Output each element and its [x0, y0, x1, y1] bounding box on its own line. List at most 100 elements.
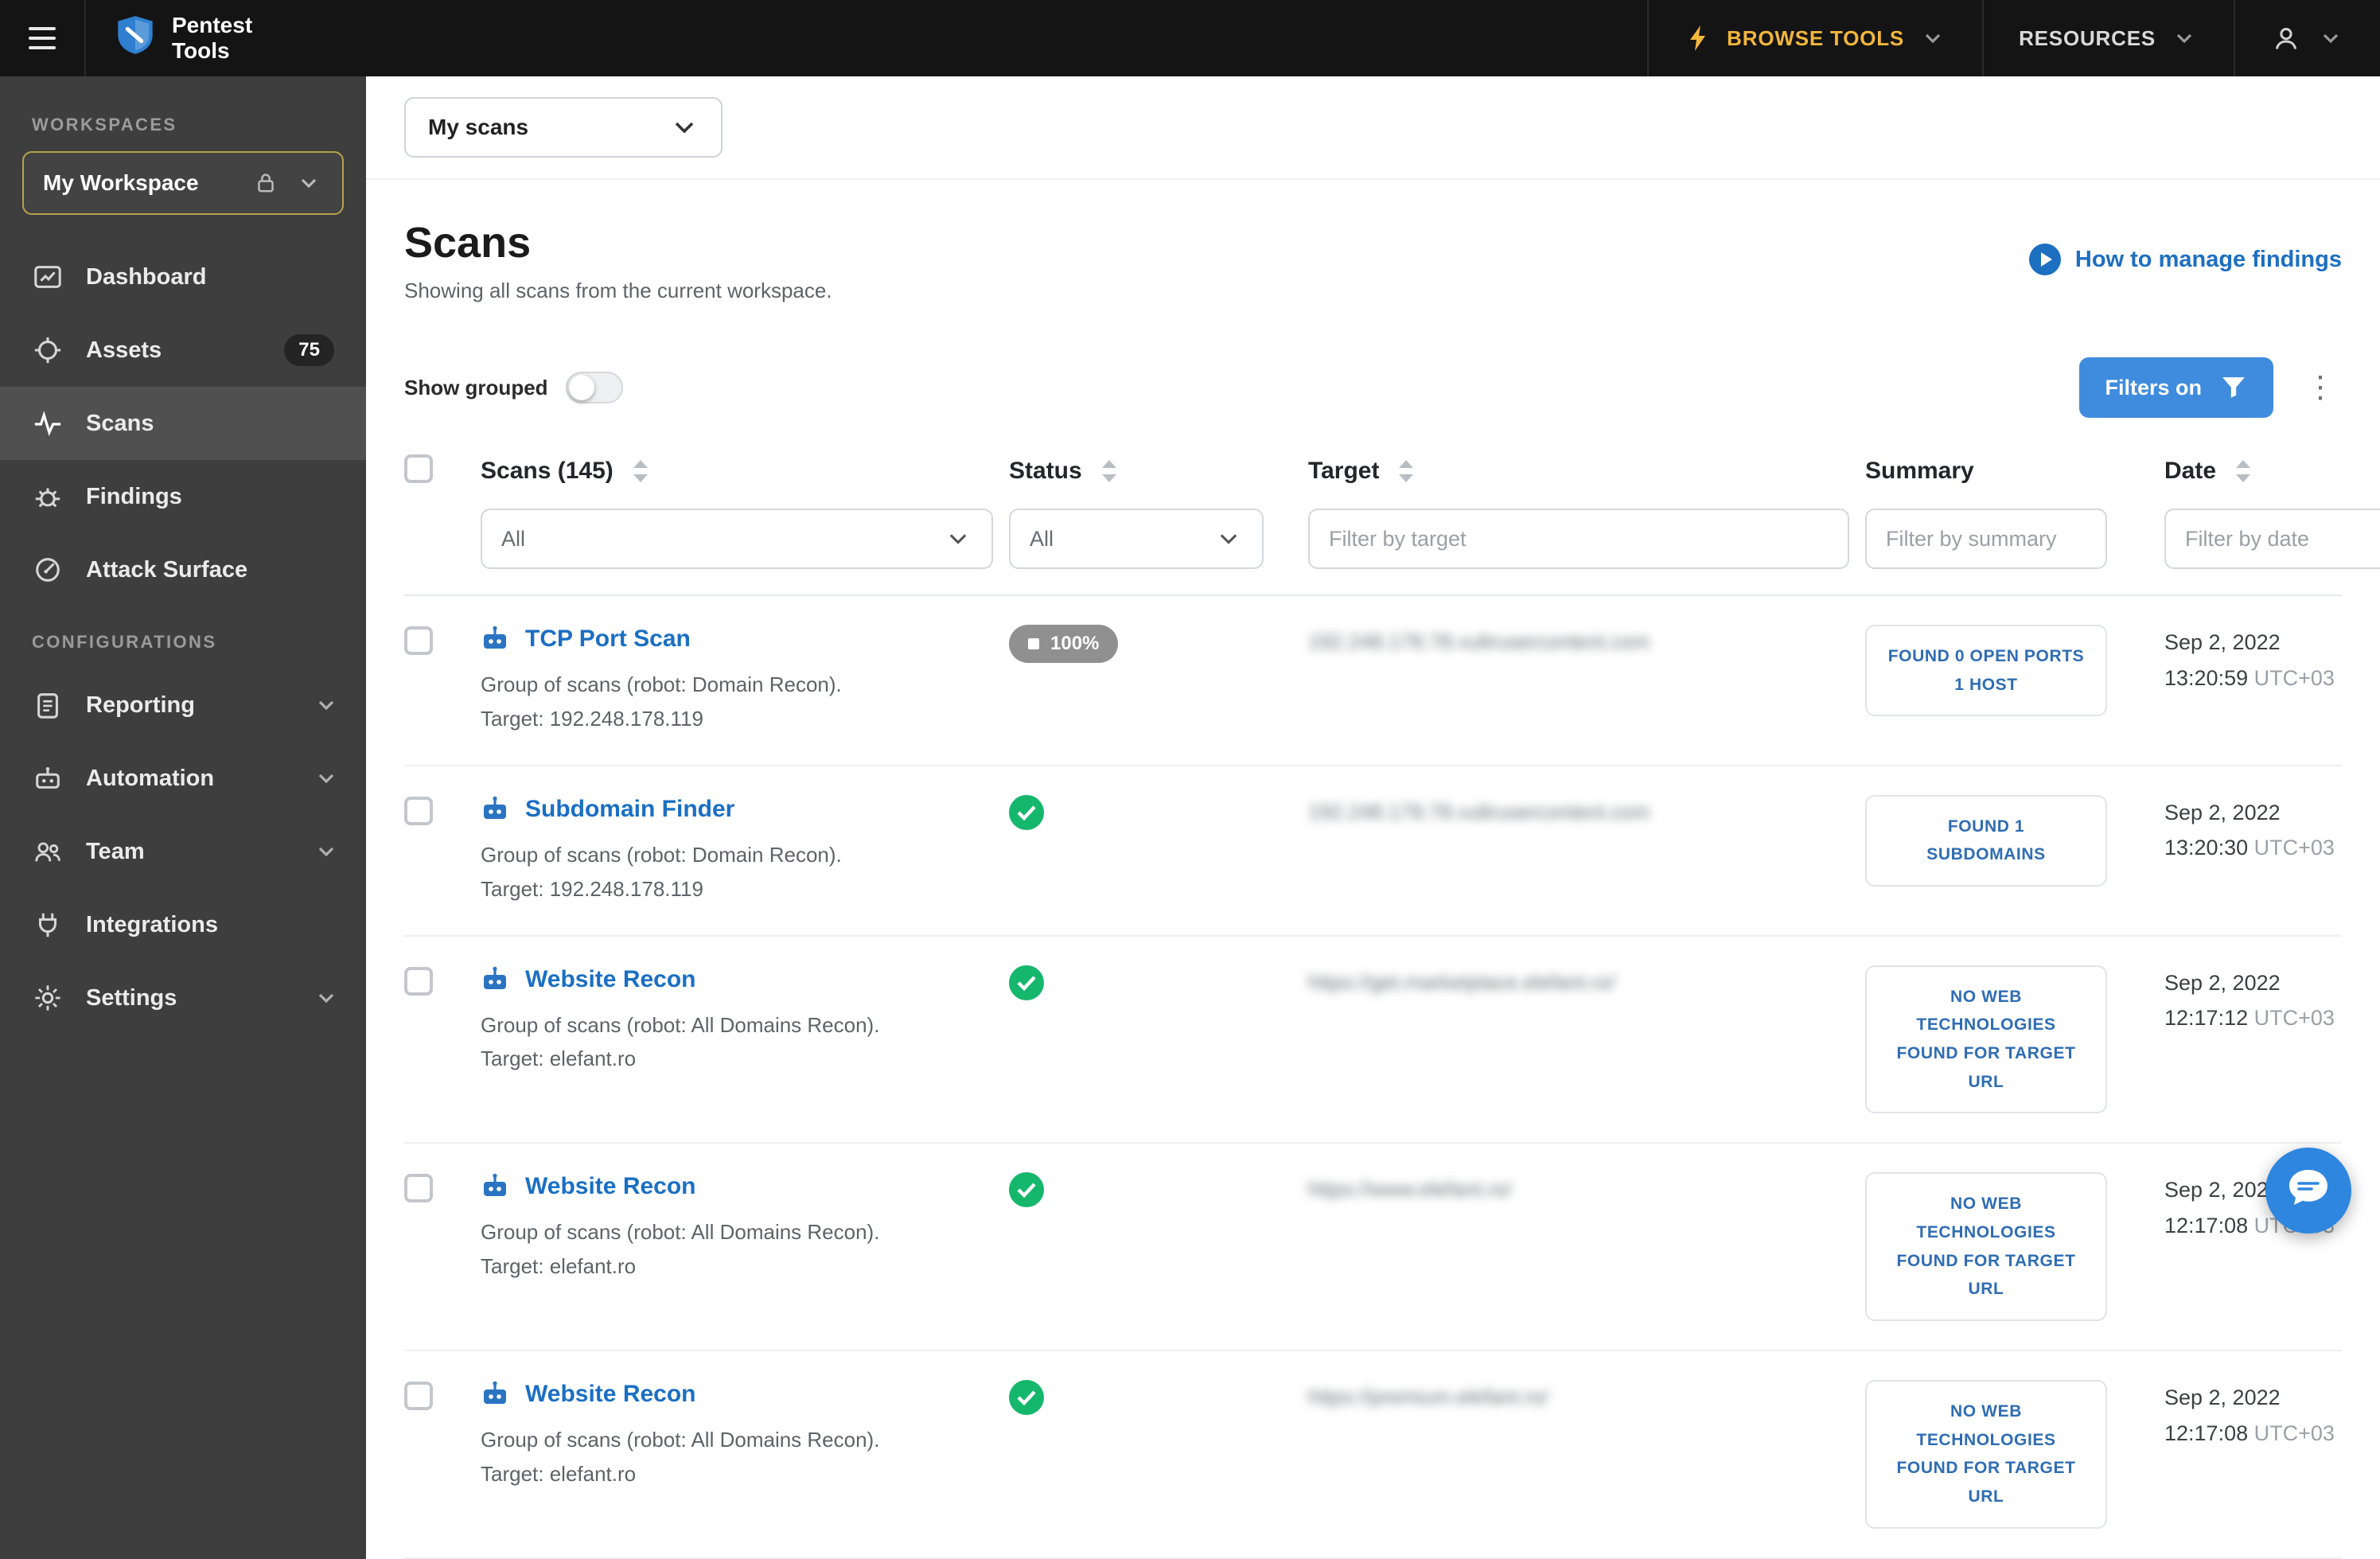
scan-description: Group of scans (robot: All Domains Recon…	[481, 1215, 993, 1249]
chat-bubble-icon	[2286, 1167, 2331, 1214]
sidebar-item-label: Attack Surface	[86, 557, 247, 583]
filter-funnel-icon	[2219, 373, 2248, 402]
row-checkbox[interactable]	[404, 967, 433, 996]
sidebar-item-settings[interactable]: Settings	[0, 961, 366, 1035]
dashboard-icon	[32, 261, 64, 293]
summary-badge[interactable]: NO WEBTECHNOLOGIESFOUND FOR TARGETURL	[1865, 1172, 2107, 1321]
clipboard-icon	[32, 689, 64, 721]
scan-target-redacted: 192.248.178.78.vultrusercontent.com	[1308, 795, 1849, 824]
sidebar-item-label: Automation	[86, 766, 214, 792]
status-filter-select[interactable]: All	[1009, 509, 1264, 569]
status-finished-icon	[1009, 1172, 1044, 1207]
robot-icon	[481, 1380, 509, 1409]
scans-filter-select[interactable]: All	[481, 509, 993, 569]
summary-badge[interactable]: NO WEBTECHNOLOGIESFOUND FOR TARGETURL	[1865, 1380, 2107, 1529]
robot-icon	[481, 795, 509, 824]
how-to-manage-findings-link[interactable]: How to manage findings	[2029, 244, 2342, 275]
status-finished-icon	[1009, 965, 1044, 1000]
chevron-down-icon	[318, 774, 334, 783]
stop-square-icon	[1028, 638, 1039, 649]
row-checkbox[interactable]	[404, 1382, 433, 1410]
select-all-checkbox[interactable]	[404, 454, 433, 483]
crosshair-icon	[32, 334, 64, 366]
column-header-summary: Summary	[1865, 458, 1974, 485]
row-checkbox[interactable]	[404, 626, 433, 655]
robot-icon	[481, 1172, 509, 1201]
date-filter-input[interactable]	[2164, 509, 2380, 569]
chat-widget-button[interactable]	[2265, 1148, 2351, 1234]
lock-icon	[251, 169, 280, 197]
more-options-icon[interactable]: ⋮	[2299, 366, 2342, 409]
sidebar-item-integrations[interactable]: Integrations	[0, 888, 366, 961]
chevron-down-icon	[670, 113, 699, 142]
table-header-row: Scans (145) Status Target	[404, 440, 2342, 509]
summary-badge[interactable]: FOUND 0 OPEN PORTS1 HOST	[1865, 625, 2107, 716]
scan-title-link[interactable]: Website Recon	[525, 1173, 696, 1200]
sidebar-item-dashboard[interactable]: Dashboard	[0, 240, 366, 314]
scan-target-line: Target: elefant.ro	[481, 1042, 993, 1076]
sidebar-item-attack-surface[interactable]: Attack Surface	[0, 533, 366, 606]
scan-target-redacted: https://premium.elefant.ro/	[1308, 1380, 1849, 1409]
menu-icon[interactable]	[0, 0, 86, 76]
sidebar-item-label: Assets	[86, 337, 162, 364]
table-filter-row: All All	[404, 509, 2342, 596]
workspace-selector[interactable]: My Workspace	[22, 151, 344, 215]
table-row: Subdomain Finder Group of scans (robot: …	[404, 766, 2342, 937]
chevron-down-icon	[944, 524, 972, 553]
scope-bar: My scans	[366, 76, 2380, 180]
scan-target-line: Target: 192.248.178.119	[481, 702, 993, 736]
sidebar-item-team[interactable]: Team	[0, 815, 366, 888]
scan-title-link[interactable]: Website Recon	[525, 966, 696, 993]
scan-date: Sep 2, 2022	[2164, 965, 2342, 1001]
workspace-name: My Workspace	[43, 170, 237, 196]
lightning-icon	[1684, 24, 1712, 53]
scan-date: Sep 2, 2022	[2164, 625, 2342, 661]
logo-shield-icon	[115, 14, 156, 62]
show-grouped-toggle[interactable]	[566, 372, 623, 403]
sidebar-item-scans[interactable]: Scans	[0, 387, 366, 460]
sidebar-item-reporting[interactable]: Reporting	[0, 668, 366, 742]
row-checkbox[interactable]	[404, 797, 433, 825]
topbar-spacer	[281, 0, 1647, 76]
browse-tools-menu[interactable]: BROWSE TOOLS	[1647, 0, 1982, 76]
scan-scope-select[interactable]: My scans	[404, 97, 723, 158]
chevron-down-icon	[1918, 24, 1947, 53]
scan-date: Sep 2, 2022	[2164, 1380, 2342, 1416]
sort-icon[interactable]	[2229, 457, 2257, 485]
scan-timezone: UTC+03	[2254, 666, 2335, 690]
page-title: Scans	[404, 218, 832, 267]
status-finished-icon	[1009, 1380, 1044, 1415]
chevron-down-icon	[2316, 24, 2345, 53]
sort-icon[interactable]	[1392, 457, 1420, 485]
chevron-down-icon	[1214, 524, 1243, 553]
sidebar-item-assets[interactable]: Assets 75	[0, 314, 366, 387]
account-menu[interactable]	[2234, 0, 2380, 76]
summary-filter-input[interactable]	[1865, 509, 2107, 569]
logo-text-line2: Tools	[172, 38, 252, 64]
sidebar-item-findings[interactable]: Findings	[0, 460, 366, 533]
scan-title-link[interactable]: TCP Port Scan	[525, 626, 691, 653]
row-checkbox[interactable]	[404, 1174, 433, 1202]
chevron-down-icon	[318, 700, 334, 710]
scan-title-link[interactable]: Website Recon	[525, 1381, 696, 1408]
status-progress-badge: 100%	[1009, 625, 1118, 663]
target-filter-input[interactable]	[1308, 509, 1849, 569]
scan-title-link[interactable]: Subdomain Finder	[525, 796, 734, 823]
sidebar-item-automation[interactable]: Automation	[0, 742, 366, 815]
filters-on-button[interactable]: Filters on	[2079, 357, 2273, 418]
sidebar-config-nav: Reporting Automation Team	[0, 668, 366, 1035]
summary-badge[interactable]: NO WEBTECHNOLOGIESFOUND FOR TARGETURL	[1865, 965, 2107, 1114]
status-filter-value: All	[1030, 527, 1054, 551]
resources-menu[interactable]: RESOURCES	[1982, 0, 2234, 76]
scan-target-redacted: 192.248.178.78.vultrusercontent.com	[1308, 625, 1849, 654]
chevron-down-icon	[2170, 24, 2199, 53]
pulse-icon	[32, 407, 64, 439]
workspaces-section-label: WORKSPACES	[0, 89, 366, 151]
sort-icon[interactable]	[1095, 457, 1124, 485]
summary-badge[interactable]: FOUND 1SUBDOMAINS	[1865, 795, 2107, 887]
robot-icon	[32, 762, 64, 794]
scans-filter-value: All	[501, 527, 525, 551]
pentest-tools-logo[interactable]: Pentest Tools	[86, 0, 281, 76]
sidebar-item-label: Reporting	[86, 692, 195, 719]
sort-icon[interactable]	[626, 457, 655, 485]
